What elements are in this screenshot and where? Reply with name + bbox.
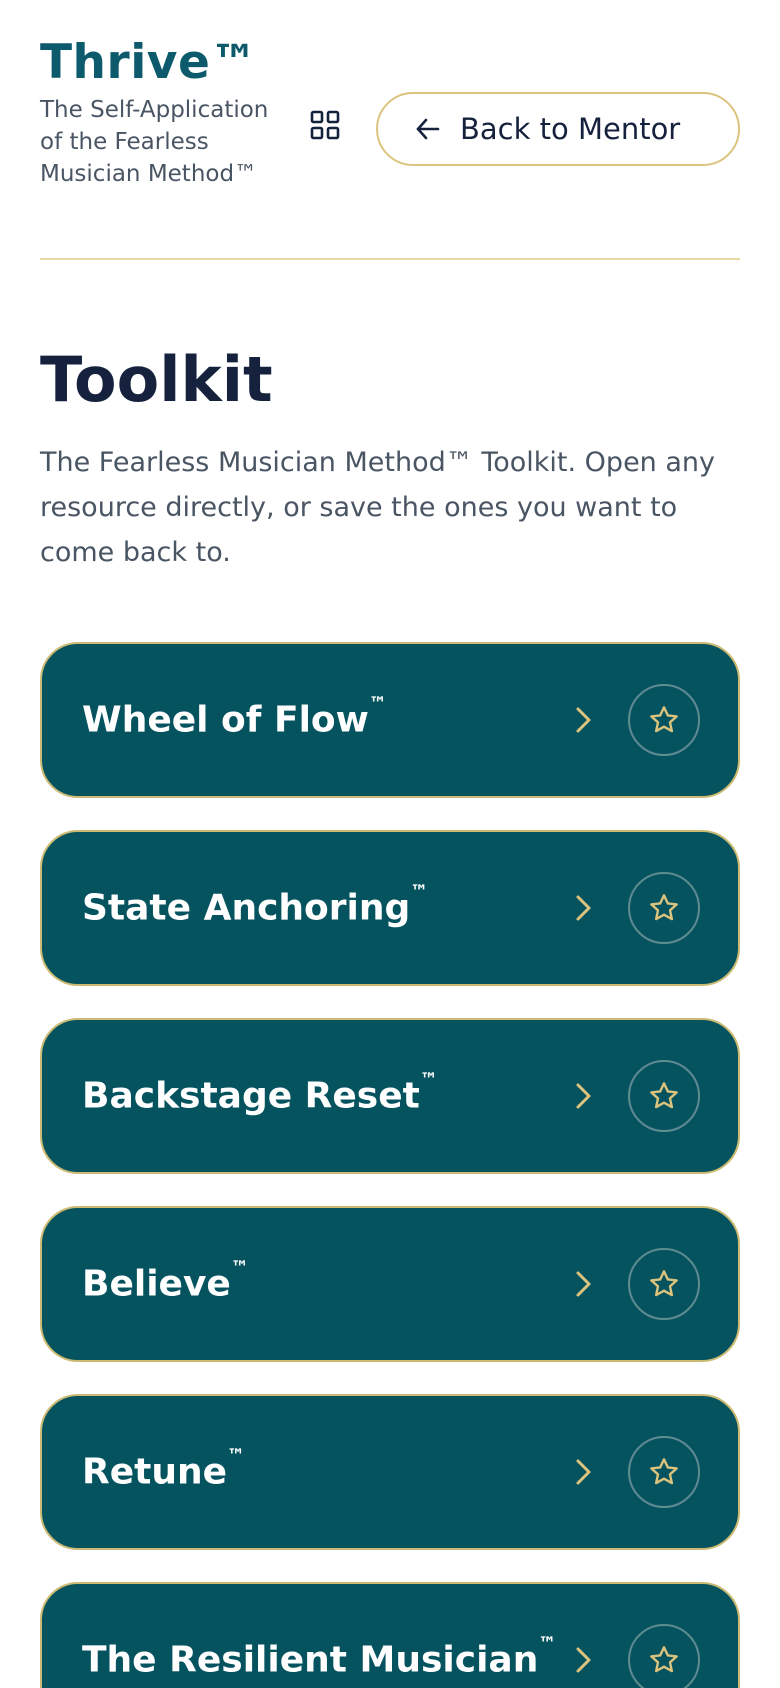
chevron-right-icon: [568, 1269, 598, 1299]
toolkit-card-retune[interactable]: Retune™: [40, 1394, 740, 1550]
favorite-button[interactable]: [628, 1248, 700, 1320]
page-description: The Fearless Musician Method™ Toolkit. O…: [40, 447, 716, 568]
brand-title: Thrive™: [40, 35, 258, 90]
favorite-button[interactable]: [628, 684, 700, 756]
toolkit-card-the-resilient-musician[interactable]: The Resilient Musician™: [40, 1582, 740, 1688]
grid-icon: [310, 110, 340, 140]
toolkit-card-backstage-reset[interactable]: Backstage Reset™: [40, 1018, 740, 1174]
star-outline-icon: [650, 1458, 678, 1485]
toolkit-card-state-anchoring[interactable]: State Anchoring™: [40, 830, 740, 986]
favorite-button[interactable]: [628, 872, 700, 944]
chevron-right-icon: [568, 1457, 598, 1487]
chevron-right-icon: [568, 1081, 598, 1111]
chevron-right-icon: [568, 1645, 598, 1675]
favorite-button[interactable]: [628, 1436, 700, 1508]
arrow-left-icon: [414, 115, 442, 143]
brand: Thrive™ The Self-Application of the Fear…: [40, 34, 280, 190]
star-outline-icon: [650, 1646, 678, 1673]
grid-menu-button[interactable]: [308, 108, 342, 142]
favorite-button[interactable]: [628, 1060, 700, 1132]
star-outline-icon: [650, 1270, 678, 1297]
back-button-label: Back to Mentor: [460, 112, 681, 146]
toolkit-page: Thrive™ The Self-Application of the Fear…: [0, 0, 780, 1688]
card-title: The Resilient Musician™: [82, 1633, 557, 1681]
card-title: Retune™: [82, 1445, 246, 1493]
toolkit-card-believe[interactable]: Believe™: [40, 1206, 740, 1362]
chevron-right-icon: [568, 705, 598, 735]
card-title: Backstage Reset™: [82, 1069, 438, 1117]
toolkit-list: Wheel of Flow™ State Anchoring™ Backstag…: [40, 642, 740, 1688]
page-title: Toolkit: [40, 343, 273, 416]
app-header: Thrive™ The Self-Application of the Fear…: [40, 34, 740, 260]
back-to-mentor-button[interactable]: Back to Mentor: [376, 92, 740, 166]
favorite-button[interactable]: [628, 1624, 700, 1688]
star-outline-icon: [650, 706, 678, 733]
brand-subtitle: The Self-Application of the Fearless Mus…: [40, 97, 269, 187]
toolkit-card-wheel-of-flow[interactable]: Wheel of Flow™: [40, 642, 740, 798]
card-title: Believe™: [82, 1257, 249, 1305]
chevron-right-icon: [568, 893, 598, 923]
star-outline-icon: [650, 1082, 678, 1109]
card-title: Wheel of Flow™: [82, 693, 387, 741]
card-title: State Anchoring™: [82, 881, 429, 929]
star-outline-icon: [650, 894, 678, 921]
